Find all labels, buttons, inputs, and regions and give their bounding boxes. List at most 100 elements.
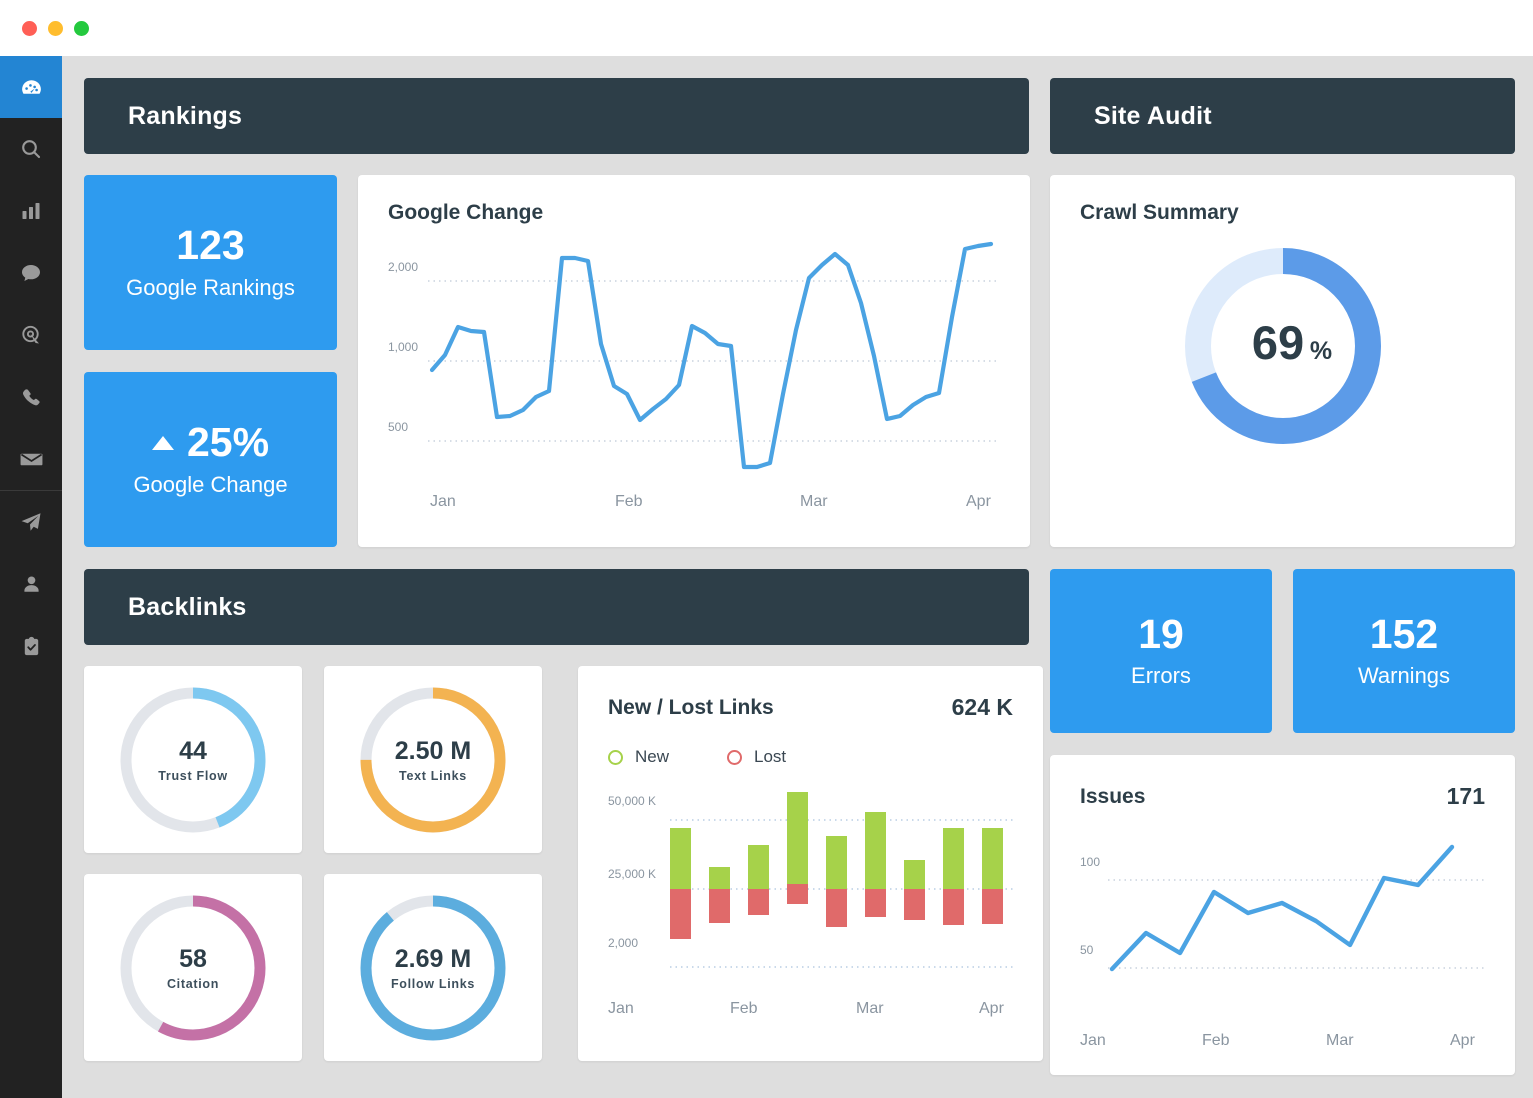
issues-x-tick-apr: Apr <box>1450 1032 1476 1049</box>
chart-value-new-lost-links: 624 K <box>951 694 1013 720</box>
sidebar-item-campaigns[interactable] <box>0 304 62 366</box>
text-links-donut-chart: 2.50 M Text Links <box>360 687 506 832</box>
legend-label-new: New <box>635 747 670 766</box>
window-minimize-button[interactable] <box>48 20 63 36</box>
search-icon <box>19 137 43 161</box>
donut-card-text-links[interactable]: 2.50 M Text Links <box>324 666 542 853</box>
app-window: Rankings 123 Google Rankings 25% Google … <box>0 0 1533 1098</box>
user-icon <box>20 573 43 596</box>
chart-title-issues: Issues <box>1080 784 1146 808</box>
issues-x-tick-mar: Mar <box>1326 1032 1354 1049</box>
new-lost-legend: New Lost <box>608 747 1013 767</box>
bars-lost <box>670 884 1003 939</box>
kpi-tile-warnings[interactable]: 152 Warnings <box>1293 569 1515 733</box>
rankings-row: 123 Google Rankings 25% Google Change Go… <box>84 175 1030 547</box>
y-tick-500: 500 <box>388 420 408 434</box>
kpi-value-row-google-change: 25% <box>151 421 269 464</box>
issues-header: Issues 171 <box>1080 783 1485 810</box>
y-tick-2000: 2,000 <box>388 260 418 274</box>
bar-y-tick-2000: 2,000 <box>608 936 638 950</box>
text-links-value: 2.50 M <box>395 737 471 765</box>
sidebar-item-tasks[interactable] <box>0 615 62 677</box>
bar-y-tick-25000: 25,000 K <box>608 867 656 881</box>
dashboard-grid: Rankings 123 Google Rankings 25% Google … <box>84 78 1515 1075</box>
card-google-change-chart: Google Change 2,000 1,000 500 Jan Feb Ma… <box>358 175 1030 547</box>
kpi-tile-errors[interactable]: 19 Errors <box>1050 569 1272 733</box>
kpi-value-errors: 19 <box>1138 610 1184 657</box>
donut-card-trust-flow[interactable]: 44 Trust Flow <box>84 666 302 853</box>
trust-flow-value: 44 <box>179 737 207 765</box>
bar-y-tick-50000: 50,000 K <box>608 794 656 808</box>
target-cursor-icon <box>19 323 43 347</box>
section-header-backlinks: Backlinks <box>84 569 1029 645</box>
phone-icon <box>20 386 43 409</box>
bars-new <box>670 792 1003 889</box>
chart-value-issues: 171 <box>1446 783 1485 809</box>
follow-links-caption: Follow Links <box>391 977 475 991</box>
text-links-caption: Text Links <box>399 769 467 783</box>
follow-links-value: 2.69 M <box>395 945 471 973</box>
clipboard-check-icon <box>20 635 43 658</box>
legend-item-lost[interactable]: Lost <box>727 747 786 767</box>
kpi-tile-google-rankings[interactable]: 123 Google Rankings <box>84 175 337 350</box>
sidebar-item-search[interactable] <box>0 118 62 180</box>
crawl-percent-unit: % <box>1309 337 1331 365</box>
x-tick-apr: Apr <box>966 493 992 510</box>
window-titlebar <box>0 0 1533 56</box>
x-tick-feb: Feb <box>615 493 643 510</box>
kpi-value-warnings: 152 <box>1369 610 1439 657</box>
donut-card-citation[interactable]: 58 Citation <box>84 874 302 1061</box>
section-header-site-audit: Site Audit <box>1050 78 1515 154</box>
bar-chart-icon <box>19 199 43 223</box>
backlinks-row: 44 Trust Flow 2.50 M Text Links 58 Citat… <box>84 666 1043 1061</box>
card-issues: Issues 171 100 50 Jan Feb Mar Apr <box>1050 755 1515 1075</box>
google-change-line-chart: 2,000 1,000 500 Jan Feb Mar Apr <box>388 241 1000 510</box>
crawl-summary-donut-chart: 69 % <box>1184 248 1381 444</box>
issues-y-tick-100: 100 <box>1080 855 1100 869</box>
x-tick-jan: Jan <box>430 493 456 510</box>
trust-flow-donut-chart: 44 Trust Flow <box>120 687 266 832</box>
chart-title-crawl-summary: Crawl Summary <box>1080 201 1239 224</box>
paper-plane-icon <box>19 510 43 534</box>
bar-x-tick-apr: Apr <box>979 1000 1005 1017</box>
donut-card-follow-links[interactable]: 2.69 M Follow Links <box>324 874 542 1061</box>
citation-donut-chart: 58 Citation <box>120 895 266 1040</box>
issues-x-tick-jan: Jan <box>1080 1032 1106 1049</box>
window-maximize-button[interactable] <box>74 20 89 36</box>
x-tick-mar: Mar <box>800 493 828 510</box>
legend-label-lost: Lost <box>754 747 787 766</box>
dashboard-icon <box>19 75 44 100</box>
backlinks-title: Backlinks <box>128 592 247 621</box>
card-crawl-summary: Crawl Summary 69 % <box>1050 175 1515 547</box>
window-close-button[interactable] <box>22 20 37 36</box>
new-lost-links-bar-chart: 50,000 K 25,000 K 2,000 Jan Feb Mar Apr <box>608 792 1013 1017</box>
kpi-label-google-rankings: Google Rankings <box>126 274 295 300</box>
sidebar-item-send[interactable] <box>0 491 62 553</box>
sidebar-item-contacts[interactable] <box>0 553 62 615</box>
sidebar-item-analytics[interactable] <box>0 180 62 242</box>
legend-marker-lost-icon <box>727 749 743 765</box>
sidebar-item-dashboard[interactable] <box>0 56 62 118</box>
trust-flow-caption: Trust Flow <box>158 769 228 783</box>
issues-x-tick-feb: Feb <box>1202 1032 1230 1049</box>
crawl-donut-wrap: 69 % <box>1080 241 1485 451</box>
rankings-title: Rankings <box>128 101 243 130</box>
legend-marker-new-icon <box>608 749 623 765</box>
kpi-label-warnings: Warnings <box>1357 663 1451 689</box>
card-new-lost-links: New / Lost Links 624 K New Lost 50,000 K… <box>578 666 1043 1061</box>
bar-x-tick-jan: Jan <box>608 1000 634 1017</box>
right-column: Site Audit Crawl Summary 69 % 19 Errors … <box>1050 78 1515 1075</box>
bar-x-tick-feb: Feb <box>730 1000 758 1017</box>
citation-caption: Citation <box>167 977 219 991</box>
kpi-tile-google-change[interactable]: 25% Google Change <box>84 372 337 547</box>
site-audit-title: Site Audit <box>1094 101 1212 130</box>
dashboard-content: Rankings 123 Google Rankings 25% Google … <box>62 56 1533 1098</box>
sidebar-item-calls[interactable] <box>0 366 62 428</box>
legend-item-new[interactable]: New <box>608 747 669 767</box>
bar-x-tick-mar: Mar <box>856 1000 884 1017</box>
sidebar-item-mail[interactable] <box>0 428 62 490</box>
envelope-icon <box>19 447 44 472</box>
follow-links-donut-chart: 2.69 M Follow Links <box>360 895 506 1040</box>
sidebar-item-messages[interactable] <box>0 242 62 304</box>
sidebar-nav <box>0 56 62 1098</box>
